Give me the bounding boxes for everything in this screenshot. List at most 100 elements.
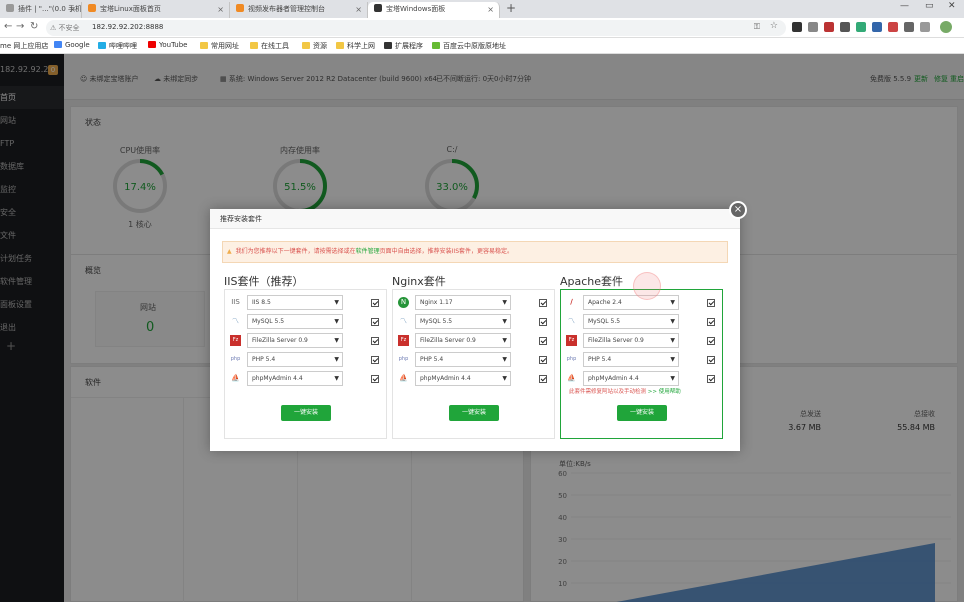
address-bar: ← → ↻ ⚠ 不安全 182.92.92.202:8888 ⚿ ☆ — [0, 18, 964, 38]
profile-avatar[interactable] — [940, 21, 952, 33]
apache-feather-icon: ∕ — [570, 298, 573, 306]
mysql-checkbox[interactable] — [371, 318, 379, 326]
extension-icon[interactable] — [856, 22, 866, 32]
not-secure-label: ⚠ 不安全 — [50, 24, 80, 32]
iis-checkbox[interactable] — [371, 299, 379, 307]
reload-icon[interactable]: ↻ — [30, 21, 38, 32]
bookmark-item[interactable]: 常用网址 — [200, 41, 239, 51]
close-tab-icon[interactable]: × — [355, 2, 362, 17]
apache-version-select[interactable]: Apache 2.4 ▼ — [583, 295, 679, 310]
tab-favicon-icon — [236, 4, 244, 12]
phpmyadmin-row: ⛵ phpMyAdmin 4.4 ▼ — [225, 370, 388, 388]
extension-icon[interactable] — [824, 22, 834, 32]
help-link[interactable]: >> 使用帮助 — [648, 389, 681, 395]
browser-tab[interactable]: 宝塔Linux面板首页 × — [82, 2, 230, 18]
dropdown-arrow-icon: ▼ — [670, 318, 675, 325]
iis-install-button[interactable]: 一键安装 — [281, 405, 331, 421]
mysql-icon: 〽 — [232, 317, 239, 325]
dropdown-arrow-icon: ▼ — [334, 318, 339, 325]
extension-icon[interactable] — [920, 22, 930, 32]
php-version-select[interactable]: PHP 5.4 ▼ — [415, 352, 511, 367]
maximize-icon[interactable]: ▭ — [925, 1, 934, 11]
phpmyadmin-version-select[interactable]: phpMyAdmin 4.4 ▼ — [247, 371, 343, 386]
filezilla-checkbox[interactable] — [371, 337, 379, 345]
bookmark-item[interactable]: 资源 — [302, 41, 327, 51]
filezilla-row: Fz FileZilla Server 0.9 ▼ — [225, 332, 388, 350]
mysql-checkbox[interactable] — [539, 318, 547, 326]
url-field[interactable]: ⚠ 不安全 182.92.92.202:8888 ⚿ ☆ — [46, 20, 786, 36]
mysql-version-select[interactable]: MySQL 5.5 ▼ — [583, 314, 679, 329]
nginx-suite-panel[interactable]: N Nginx 1.17 ▼ 〽 MySQL 5.5 ▼ Fz FileZilla … — [392, 289, 555, 439]
iis-version-select[interactable]: IIS 8.5 ▼ — [247, 295, 343, 310]
filezilla-version-select[interactable]: FileZilla Server 0.9 ▼ — [583, 333, 679, 348]
filezilla-version-select[interactable]: FileZilla Server 0.9 ▼ — [247, 333, 343, 348]
minimize-icon[interactable]: — — [900, 1, 909, 11]
extension-icon[interactable] — [888, 22, 898, 32]
bookmark-star-icon[interactable]: ☆ — [770, 21, 778, 31]
mysql-icon: 〽 — [400, 317, 407, 325]
software-manage-link[interactable]: 软件管理 — [356, 248, 380, 255]
browser-tab[interactable]: 插件 | "..."(0.0 手机...站) × — [0, 2, 82, 18]
bookmark-item[interactable]: 扩展程序 — [384, 41, 423, 51]
close-tab-icon[interactable]: × — [487, 2, 494, 17]
apache-suite-panel[interactable]: ∕ Apache 2.4 ▼ 〽 MySQL 5.5 ▼ Fz FileZilla … — [560, 289, 723, 439]
extension-icon[interactable] — [872, 22, 882, 32]
extension-icon[interactable] — [808, 22, 818, 32]
phpmyadmin-version-select[interactable]: phpMyAdmin 4.4 ▼ — [583, 371, 679, 386]
phpmyadmin-checkbox[interactable] — [371, 375, 379, 383]
apache-checkbox[interactable] — [707, 299, 715, 307]
bookmark-item[interactable]: 在线工具 — [250, 41, 289, 51]
new-tab-button[interactable]: + — [506, 1, 516, 15]
dropdown-arrow-icon: ▼ — [670, 337, 675, 344]
php-version-select[interactable]: PHP 5.4 ▼ — [247, 352, 343, 367]
close-window-icon[interactable]: ✕ — [948, 1, 956, 11]
php-checkbox[interactable] — [539, 356, 547, 364]
mysql-version-select[interactable]: MySQL 5.5 ▼ — [415, 314, 511, 329]
php-checkbox[interactable] — [707, 356, 715, 364]
dropdown-arrow-icon: ▼ — [502, 375, 507, 382]
extension-icon[interactable] — [904, 22, 914, 32]
phpmyadmin-checkbox[interactable] — [707, 375, 715, 383]
phpmyadmin-checkbox[interactable] — [539, 375, 547, 383]
filezilla-version-select[interactable]: FileZilla Server 0.9 ▼ — [415, 333, 511, 348]
filezilla-checkbox[interactable] — [539, 337, 547, 345]
bilibili-icon — [98, 42, 106, 49]
mysql-version-select[interactable]: MySQL 5.5 ▼ — [247, 314, 343, 329]
bookmarks-bar: me 网上应用店 Google 哔哩哔哩 YouTube 常用网址 在线工具 资… — [0, 38, 964, 54]
mysql-row: 〽 MySQL 5.5 ▼ — [225, 313, 388, 331]
browser-tab-active[interactable]: 宝塔Windows面板 × — [368, 2, 500, 18]
bookmark-item[interactable]: 科学上网 — [336, 41, 375, 51]
nginx-version-select[interactable]: Nginx 1.17 ▼ — [415, 295, 511, 310]
dropdown-arrow-icon: ▼ — [334, 356, 339, 363]
phpmyadmin-icon: ⛵ — [399, 374, 408, 382]
dialog-close-button[interactable]: × — [729, 201, 747, 219]
mysql-checkbox[interactable] — [707, 318, 715, 326]
bookmark-item[interactable]: Google — [54, 41, 90, 49]
php-checkbox[interactable] — [371, 356, 379, 364]
close-tab-icon[interactable]: × — [217, 2, 224, 17]
bookmark-item[interactable]: 百度云中原版原地址 — [432, 41, 506, 51]
apache-suite-title: Apache套件 — [560, 275, 624, 288]
nginx-checkbox[interactable] — [539, 299, 547, 307]
close-tab-icon[interactable]: × — [69, 2, 76, 17]
puzzle-icon — [384, 42, 392, 49]
apache-install-button[interactable]: 一键安装 — [617, 405, 667, 421]
iis-suite-panel[interactable]: IIS IIS 8.5 ▼ 〽 MySQL 5.5 ▼ Fz FileZilla S… — [224, 289, 387, 439]
back-icon[interactable]: ← — [4, 21, 12, 32]
extension-icon[interactable] — [840, 22, 850, 32]
extension-icon[interactable] — [792, 22, 802, 32]
forward-icon[interactable]: → — [16, 21, 24, 32]
filezilla-row: Fz FileZilla Server 0.9 ▼ — [393, 332, 556, 350]
browser-tab[interactable]: 视频发布器者管理控制台 × — [230, 2, 368, 18]
phpmyadmin-version-select[interactable]: phpMyAdmin 4.4 ▼ — [415, 371, 511, 386]
bookmark-item[interactable]: 哔哩哔哩 — [98, 41, 137, 51]
phpmyadmin-icon: ⛵ — [567, 374, 576, 382]
filezilla-checkbox[interactable] — [707, 337, 715, 345]
bookmark-item[interactable]: me 网上应用店 — [0, 41, 48, 51]
bookmark-item[interactable]: YouTube — [148, 41, 187, 49]
key-icon[interactable]: ⚿ — [754, 22, 760, 32]
php-version-select[interactable]: PHP 5.4 ▼ — [583, 352, 679, 367]
url-text: 182.92.92.202:8888 — [92, 23, 164, 31]
nginx-install-button[interactable]: 一键安装 — [449, 405, 499, 421]
php-icon: php — [566, 356, 577, 362]
